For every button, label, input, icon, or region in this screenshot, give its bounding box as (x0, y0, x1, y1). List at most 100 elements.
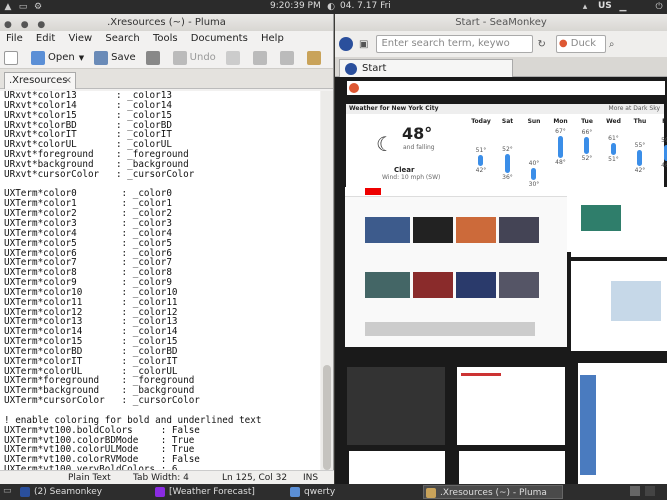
text-editor[interactable]: URxvt*color13 : _color13 URxvt*color14 : … (0, 91, 320, 472)
menu-icon[interactable]: ▲ (3, 2, 13, 12)
search-icon[interactable]: ⌕ (609, 39, 615, 50)
forecast-range-bar (663, 145, 667, 161)
undo-icon (172, 50, 187, 65)
bookmark-icon[interactable]: ▣ (359, 39, 368, 50)
forecast-high: 55° (634, 142, 646, 149)
workspace-2[interactable] (645, 486, 655, 496)
task-seamonkey[interactable]: (2) Seamonkey (18, 485, 153, 499)
settings-icon[interactable]: ⚙ (33, 2, 43, 12)
youtube-thumbnail[interactable] (345, 187, 567, 347)
tab-width-selector[interactable]: Tab Width: 4 (133, 471, 189, 485)
seamonkey-icon (345, 63, 357, 75)
language-selector[interactable]: Plain Text (68, 471, 111, 485)
scissors-icon (252, 50, 267, 65)
forecast-range-bar (610, 142, 616, 155)
menu-edit[interactable]: Edit (36, 33, 55, 44)
power-icon[interactable]: ⏻ (654, 2, 664, 12)
ebay-thumbnail[interactable] (571, 187, 667, 257)
forecast-range-bar (637, 150, 642, 166)
forecast-day-label: Today (471, 118, 491, 125)
forecast-low: 48° (555, 159, 566, 167)
print-icon (145, 50, 160, 65)
menu-documents[interactable]: Documents (191, 33, 248, 44)
forum-thumbnail[interactable] (347, 367, 445, 445)
page-content: Weather for New York City More at Dark Sk… (335, 77, 667, 484)
search-input[interactable]: ● Duck (555, 35, 606, 53)
workspace-1[interactable] (630, 486, 640, 496)
date[interactable]: 04. 7.17 Fri (340, 1, 391, 11)
seamonkey-icon (20, 487, 30, 497)
pluma-statusbar: Plain Text Tab Width: 4 Ln 125, Col 32 I… (0, 470, 334, 484)
conditions: Clear (394, 166, 415, 174)
volume-icon[interactable]: ▁ (618, 2, 628, 12)
forecast-day-label: Thu (633, 118, 647, 125)
cut-button[interactable] (252, 50, 270, 65)
forecast-day-label: Wed (606, 118, 621, 125)
terminal-icon[interactable]: ▭ (18, 2, 28, 12)
show-desktop-icon[interactable]: ▭ (3, 486, 12, 496)
chevron-down-icon[interactable]: ▼ (79, 54, 84, 62)
menu-search[interactable]: Search (105, 33, 139, 44)
duckduckgo-icon[interactable] (349, 83, 359, 93)
forecast-low: 46° (661, 161, 667, 169)
menu-help[interactable]: Help (261, 33, 284, 44)
forecast-low: 51° (608, 155, 619, 163)
seamonkey-titlebar[interactable]: Start - SeaMonkey (335, 14, 667, 31)
pluma-title: .Xresources (~) - Pluma (107, 17, 226, 28)
print-button[interactable] (145, 50, 163, 65)
temp-trend: and falling (403, 144, 435, 151)
menu-file[interactable]: File (6, 33, 23, 44)
save-icon (94, 50, 109, 65)
clock[interactable]: 9:20:39 PM (270, 1, 321, 11)
docs-thumbnail[interactable] (459, 451, 565, 484)
forecast-day-label: Sun (527, 118, 541, 125)
taskbar: ▭ (2) Seamonkey [Weather Forecast] qwert… (0, 484, 667, 500)
new-button[interactable] (4, 50, 21, 65)
keyboard-layout[interactable]: US (598, 1, 612, 11)
network-icon[interactable]: ▴ (580, 2, 590, 12)
undo-button[interactable]: Undo (172, 50, 216, 65)
menu-view[interactable]: View (68, 33, 92, 44)
pluma-toolbar: Open ▼ Save Undo (0, 47, 333, 69)
forecast-range-bar (557, 135, 563, 159)
game-thumbnail[interactable] (349, 451, 445, 484)
news-list-thumbnail[interactable] (578, 363, 667, 484)
copy-icon (279, 50, 294, 65)
forecast-low: 42° (634, 166, 646, 174)
more-link[interactable]: More at Dark Sky (609, 104, 660, 114)
reload-icon[interactable]: ↻ (537, 39, 545, 50)
copy-button[interactable] (279, 50, 297, 65)
save-button[interactable]: Save (94, 50, 136, 65)
article-thumbnail[interactable] (457, 367, 565, 445)
new-document-icon (4, 50, 18, 65)
scrollbar-thumb[interactable] (323, 365, 331, 470)
menu-tools[interactable]: Tools (153, 33, 178, 44)
redo-button[interactable] (225, 50, 243, 65)
task-pluma[interactable]: .Xresources (~) - Pluma (423, 485, 563, 499)
task-qwerty[interactable]: qwerty (288, 485, 420, 499)
vertical-scrollbar[interactable] (321, 91, 333, 472)
weather-icon[interactable]: ◐ (326, 2, 336, 12)
seamonkey-window: Start - SeaMonkey ▣ Enter search term, k… (335, 14, 667, 484)
tab-start[interactable]: Start (339, 59, 513, 77)
youtube-logo (365, 188, 381, 195)
open-button[interactable]: Open ▼ (31, 50, 84, 65)
forecast-low: 42° (475, 166, 487, 174)
tab-xresources[interactable]: .Xresources × (4, 72, 76, 89)
ebay-map-thumbnail[interactable] (571, 261, 667, 351)
forecast-range-bar (584, 136, 589, 154)
moon-icon: ☾ (376, 132, 394, 156)
top-panel: ▲ ▭ ⚙ 9:20:39 PM ◐ 04. 7.17 Fri ▴ US ▁ ⏻ (0, 0, 667, 14)
url-input[interactable]: Enter search term, keywo (376, 35, 534, 53)
seamonkey-icon[interactable] (339, 37, 353, 51)
weather-header: Weather for New York City More at Dark Sk… (346, 104, 664, 114)
forecast-day-label: Sat (501, 118, 514, 125)
forecast-range-bar (531, 168, 536, 180)
paste-button[interactable] (306, 50, 324, 65)
code-line: UXTerm*cursorColor : _cursorColor (4, 395, 200, 407)
window-controls[interactable]: ● ● ● (4, 17, 48, 34)
close-icon[interactable]: × (64, 73, 72, 89)
pluma-titlebar[interactable]: ● ● ● .Xresources (~) - Pluma (0, 14, 333, 31)
task-weather[interactable]: [Weather Forecast] (153, 485, 285, 499)
folder-icon (290, 487, 300, 497)
